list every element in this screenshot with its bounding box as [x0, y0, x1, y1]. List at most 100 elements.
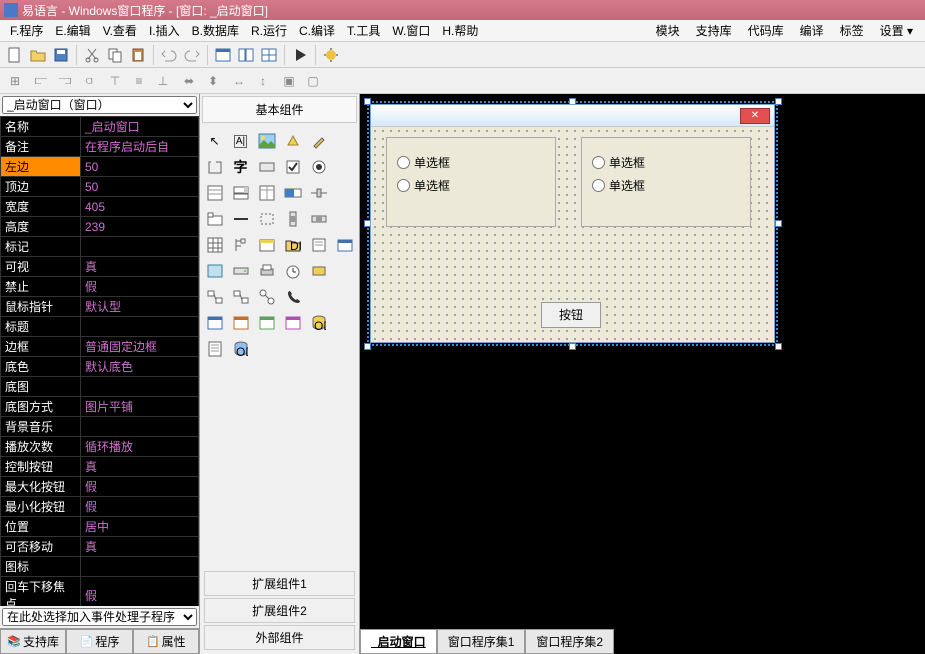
shape-tool[interactable]	[281, 129, 305, 153]
radio-2[interactable]: 单选框	[397, 177, 545, 194]
property-row[interactable]: 禁止假	[1, 277, 199, 297]
listview-tool[interactable]	[255, 181, 279, 205]
menu-compile[interactable]: C.编译	[293, 20, 341, 41]
property-row[interactable]: 高度239	[1, 217, 199, 237]
property-row[interactable]: 标题	[1, 317, 199, 337]
timer-tool[interactable]	[281, 259, 305, 283]
property-table[interactable]: 名称_启动窗口备注在程序启动后自左边50顶边50宽度405高度239标记可视真禁…	[0, 116, 199, 606]
odbc-tool[interactable]: ODBC	[307, 311, 331, 335]
property-row[interactable]: 边框普通固定边框	[1, 337, 199, 357]
object-selector[interactable]: _启动窗口（窗口）	[2, 96, 197, 114]
property-row[interactable]: 控制按钮真	[1, 457, 199, 477]
debug-button[interactable]	[320, 44, 342, 66]
menu-file[interactable]: F.程序	[4, 20, 49, 41]
line-tool[interactable]	[229, 207, 253, 231]
align-center-icon[interactable]: ⫎	[54, 70, 76, 92]
layout1-button[interactable]	[212, 44, 234, 66]
property-row[interactable]: 顶边50	[1, 177, 199, 197]
property-row[interactable]: 宽度405	[1, 197, 199, 217]
text-tool[interactable]: 字	[229, 155, 253, 179]
property-row[interactable]: 最大化按钮假	[1, 477, 199, 497]
property-row[interactable]: 播放次数循环播放	[1, 437, 199, 457]
property-row[interactable]: 最小化按钮假	[1, 497, 199, 517]
socket-tool[interactable]	[307, 259, 331, 283]
combobox-tool[interactable]	[229, 181, 253, 205]
design-form[interactable]: ✕ 单选框 单选框 单选框 单选框 按钮	[370, 104, 775, 343]
event-selector[interactable]: 在此处选择加入事件处理子程序	[2, 608, 197, 626]
image-tool[interactable]	[203, 259, 227, 283]
menu-insert[interactable]: I.插入	[143, 20, 186, 41]
property-row[interactable]: 背景音乐	[1, 417, 199, 437]
align-top-icon[interactable]: ⊤	[104, 70, 126, 92]
hscroll-tool[interactable]	[307, 207, 331, 231]
tab-winproc2[interactable]: 窗口程序集2	[525, 629, 614, 654]
menu-module[interactable]: 模块	[648, 20, 688, 41]
net2-tool[interactable]	[229, 285, 253, 309]
menu-run[interactable]: R.运行	[245, 20, 293, 41]
menu-settings[interactable]: 设置 ▾	[872, 20, 921, 41]
db4-tool[interactable]	[281, 311, 305, 335]
listbox-tool[interactable]	[203, 181, 227, 205]
printer-tool[interactable]	[255, 259, 279, 283]
pointer-tool[interactable]: ↖	[203, 129, 227, 153]
property-row[interactable]: 位置居中	[1, 517, 199, 537]
draw-tool[interactable]	[307, 129, 331, 153]
run-button[interactable]	[289, 44, 311, 66]
layout3-button[interactable]	[258, 44, 280, 66]
property-row[interactable]: 左边50	[1, 157, 199, 177]
tab-support[interactable]: 📚 支持库	[0, 629, 66, 654]
grid-tool[interactable]	[203, 233, 227, 257]
picture-tool[interactable]	[255, 129, 279, 153]
frame-tool[interactable]	[255, 207, 279, 231]
property-row[interactable]: 底图方式图片平铺	[1, 397, 199, 417]
net1-tool[interactable]	[203, 285, 227, 309]
menu-codelib[interactable]: 代码库	[740, 20, 792, 41]
form-button[interactable]: 按钮	[541, 302, 601, 328]
groupbox-tool[interactable]	[203, 155, 227, 179]
tab-startup-window[interactable]: _启动窗口	[360, 629, 437, 654]
property-row[interactable]: 标记	[1, 237, 199, 257]
property-row[interactable]: 回车下移焦点假	[1, 577, 199, 607]
paste-button[interactable]	[127, 44, 149, 66]
copy-button[interactable]	[104, 44, 126, 66]
property-row[interactable]: 鼠标指针默认型	[1, 297, 199, 317]
form-designer[interactable]: ✕ 单选框 单选框 单选框 单选框 按钮 _启动窗口 窗口程序集1 窗口程序集2	[360, 94, 925, 654]
menu-edit[interactable]: E.编辑	[49, 20, 96, 41]
tab-winproc1[interactable]: 窗口程序集1	[437, 629, 526, 654]
button-tool[interactable]	[255, 155, 279, 179]
ruler-icon[interactable]: ⊞	[4, 70, 26, 92]
label-tool[interactable]: A|	[229, 129, 253, 153]
drive-tool[interactable]	[229, 259, 253, 283]
ext-components-2[interactable]: 扩展组件2	[204, 598, 355, 623]
property-row[interactable]: 可视真	[1, 257, 199, 277]
hspace-icon[interactable]: ↔	[228, 70, 250, 92]
bring-front-icon[interactable]: ▣	[278, 70, 300, 92]
new-button[interactable]	[4, 44, 26, 66]
tab-tool[interactable]	[203, 207, 227, 231]
groupbox-1[interactable]: 单选框 单选框	[386, 137, 556, 227]
phone-tool[interactable]	[281, 285, 305, 309]
send-back-icon[interactable]: ▢	[302, 70, 324, 92]
menu-label[interactable]: 标签	[832, 20, 872, 41]
external-components[interactable]: 外部组件	[204, 625, 355, 650]
radio-1[interactable]: 单选框	[397, 154, 545, 171]
save-button[interactable]	[50, 44, 72, 66]
close-icon[interactable]: ✕	[740, 108, 770, 124]
db3-tool[interactable]	[255, 311, 279, 335]
property-row[interactable]: 图标	[1, 557, 199, 577]
align-left-icon[interactable]: ⫍	[30, 70, 52, 92]
radio-3[interactable]: 单选框	[592, 154, 740, 171]
date-tool[interactable]	[333, 233, 357, 257]
property-row[interactable]: 备注在程序启动后自	[1, 137, 199, 157]
redo-button[interactable]	[181, 44, 203, 66]
cut-button[interactable]	[81, 44, 103, 66]
report-tool[interactable]	[203, 337, 227, 361]
slider-tool[interactable]	[307, 181, 331, 205]
menu-database[interactable]: B.数据库	[186, 20, 245, 41]
tab-program[interactable]: 📄 程序	[66, 629, 132, 654]
same-height-icon[interactable]: ⬍	[202, 70, 224, 92]
menu-tools[interactable]: T.工具	[341, 20, 386, 41]
property-row[interactable]: 可否移动真	[1, 537, 199, 557]
tab-property[interactable]: 📋 属性	[133, 629, 199, 654]
scrollbar-tool[interactable]	[281, 207, 305, 231]
